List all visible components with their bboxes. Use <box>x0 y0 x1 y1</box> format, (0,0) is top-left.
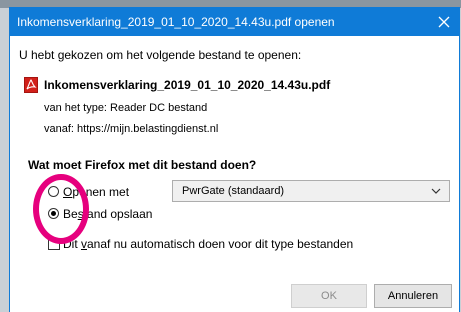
auto-action-label[interactable]: Dit vanaf nu automatisch doen voor dit t… <box>63 237 353 251</box>
auto-action-checkbox[interactable] <box>48 238 60 250</box>
save-file-label[interactable]: Bestand opslaan <box>63 207 152 221</box>
file-name: Inkomensverklaring_2019_01_10_2020_14.43… <box>44 78 331 92</box>
pdf-icon <box>24 77 38 93</box>
intro-text: U hebt gekozen om het volgende bestand t… <box>19 48 302 62</box>
dialog-titlebar: Inkomensverklaring_2019_01_10_2020_14.43… <box>10 8 459 36</box>
application-select-value: PwrGate (standaard) <box>182 185 285 197</box>
download-dialog: Inkomensverklaring_2019_01_10_2020_14.43… <box>9 7 460 312</box>
application-select[interactable]: PwrGate (standaard) <box>172 180 450 202</box>
ok-button[interactable]: OK <box>291 284 367 308</box>
open-with-radio[interactable] <box>48 186 59 197</box>
file-type: van het type: Reader DC bestand <box>44 102 208 114</box>
close-button[interactable] <box>429 8 459 36</box>
cancel-button[interactable]: Annuleren <box>374 284 452 308</box>
chevron-down-icon <box>431 188 441 194</box>
open-with-label[interactable]: Openen met <box>63 185 129 199</box>
save-file-radio[interactable] <box>48 208 59 219</box>
dialog-title: Inkomensverklaring_2019_01_10_2020_14.43… <box>17 15 335 29</box>
close-icon <box>438 16 450 28</box>
file-source: vanaf: https://mijn.belastingdienst.nl <box>44 123 219 135</box>
action-question: Wat moet Firefox met dit bestand doen? <box>28 158 257 172</box>
